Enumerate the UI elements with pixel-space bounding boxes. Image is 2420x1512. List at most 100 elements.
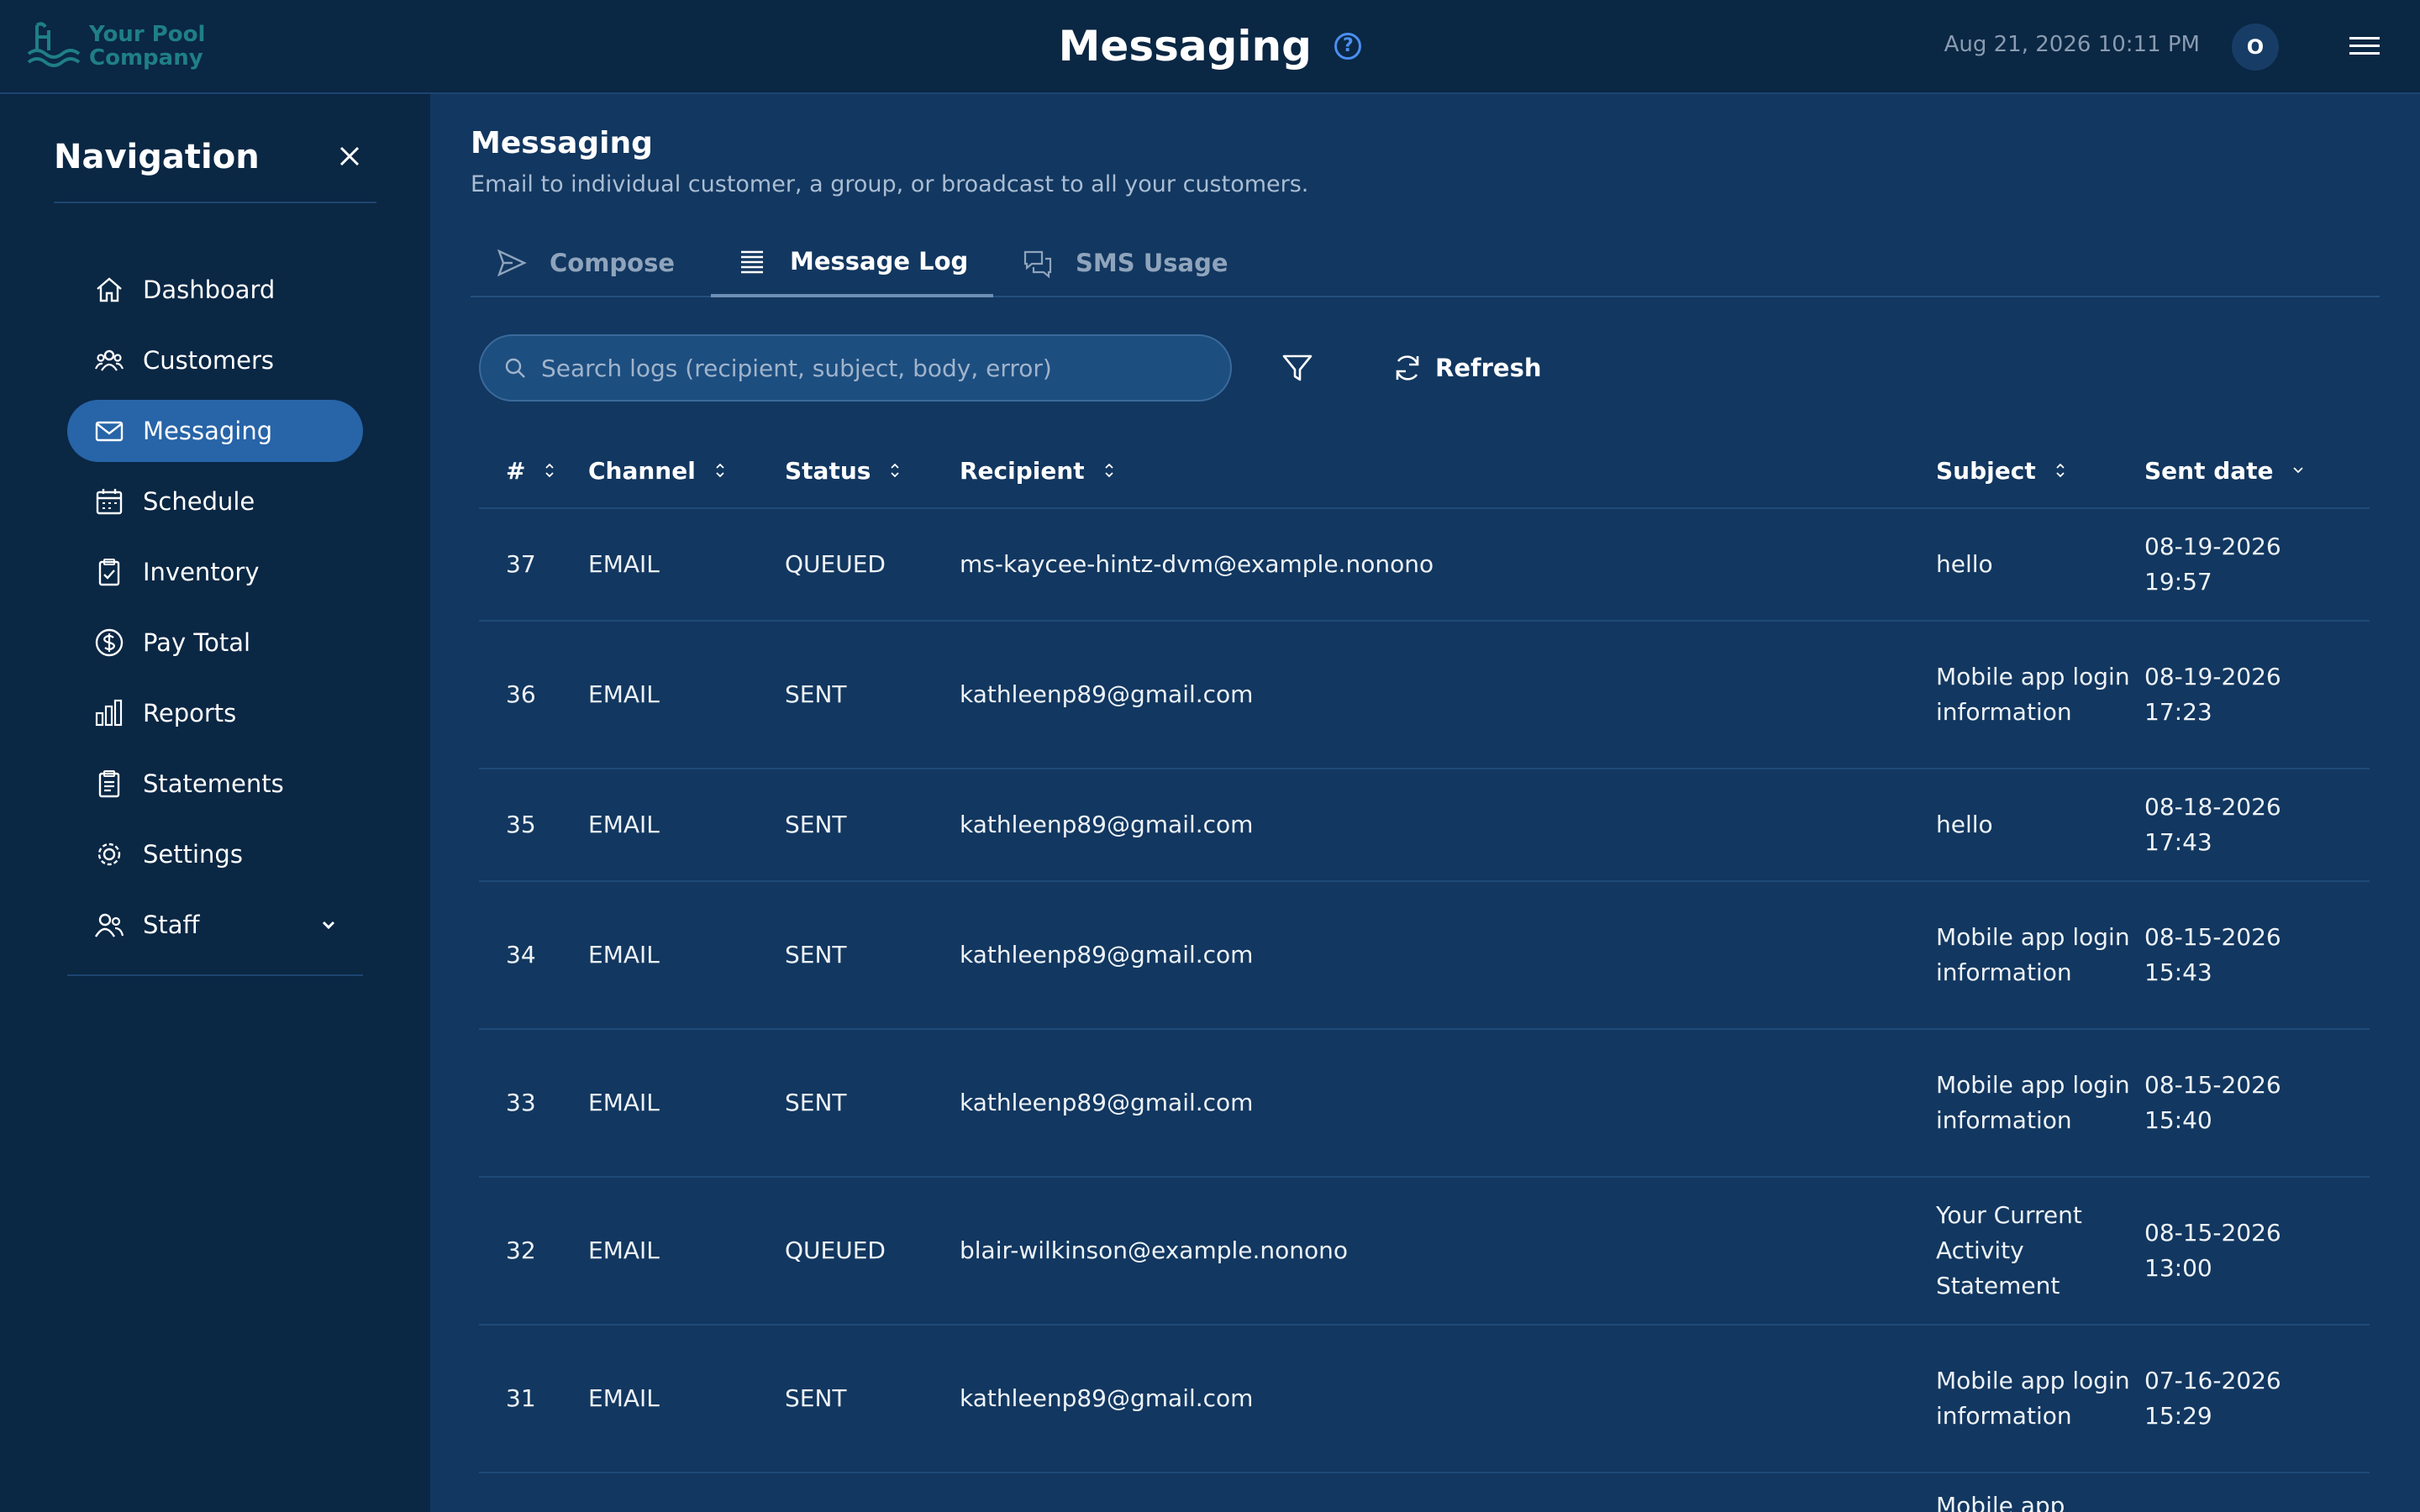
cell-status: SENT — [785, 680, 847, 708]
sidebar-item-customers[interactable]: Customers — [67, 329, 363, 391]
cell-subject: Your Current Activity Statement — [1936, 1201, 2082, 1299]
cell-recipient: blair-wilkinson@example.nonono — [960, 1236, 1349, 1264]
table-row[interactable]: Mobile app — [479, 1473, 2370, 1512]
tab-bar: Compose Message Log SMS Usage — [471, 228, 2380, 297]
divider — [54, 202, 376, 203]
sort-icon — [716, 463, 724, 478]
chevron-down-icon[interactable] — [319, 916, 338, 934]
chat-icon — [1023, 250, 1052, 279]
cell-status: QUEUED — [785, 550, 886, 578]
cell-number: 33 — [506, 1089, 536, 1116]
cell-sent-date: 07-16-2026 15:29 — [2144, 1367, 2281, 1430]
cell-sent-date: 08-15-2026 13:00 — [2144, 1219, 2281, 1282]
table-row[interactable]: 32 EMAIL QUEUED blair-wilkinson@example.… — [479, 1178, 2370, 1326]
cell-channel: EMAIL — [588, 941, 660, 969]
sidebar: Navigation Dashboard Customers Messaging… — [0, 94, 430, 1512]
refresh-label: Refresh — [1435, 354, 1542, 382]
sidebar-item-label: Staff — [143, 911, 200, 939]
cell-sent-date: 08-19-2026 17:23 — [2144, 663, 2281, 726]
sidebar-item-pay-total[interactable]: Pay Total — [67, 612, 363, 674]
table-row[interactable]: 36 EMAIL SENT kathleenp89@gmail.com Mobi… — [479, 622, 2370, 769]
column-header-subject[interactable]: Subject — [1936, 457, 2144, 485]
tab-sms-usage[interactable]: SMS Usage — [997, 228, 1254, 297]
cell-number: 36 — [506, 680, 536, 708]
cell-channel: EMAIL — [588, 1089, 660, 1116]
sidebar-item-messaging[interactable]: Messaging — [67, 400, 363, 462]
close-icon[interactable] — [333, 139, 366, 173]
refresh-button[interactable]: Refresh — [1392, 346, 1542, 390]
cell-number: 32 — [506, 1236, 536, 1264]
cell-recipient: kathleenp89@gmail.com — [960, 680, 1254, 708]
cell-recipient: kathleenp89@gmail.com — [960, 811, 1254, 838]
sidebar-item-dashboard[interactable]: Dashboard — [67, 259, 363, 321]
nav-list: Dashboard Customers Messaging Schedule I… — [67, 259, 363, 964]
sidebar-item-reports[interactable]: Reports — [67, 682, 363, 744]
bar-chart-icon — [95, 699, 123, 727]
table-row[interactable]: 35 EMAIL SENT kathleenp89@gmail.com hell… — [479, 769, 2370, 882]
help-icon[interactable]: ? — [1334, 32, 1362, 60]
cell-sent-date: 08-19-2026 19:57 — [2144, 533, 2281, 596]
list-icon — [741, 250, 763, 274]
search-box[interactable] — [479, 334, 1232, 402]
sidebar-item-label: Pay Total — [143, 628, 251, 657]
sidebar-item-label: Statements — [143, 769, 284, 798]
page-title: Messaging — [1058, 22, 1312, 71]
table-row[interactable]: 34 EMAIL SENT kathleenp89@gmail.com Mobi… — [479, 882, 2370, 1030]
cell-subject: Mobile app login information — [1936, 923, 2130, 986]
column-header-sent-date[interactable]: Sent date — [2144, 457, 2370, 485]
cell-channel: EMAIL — [588, 811, 660, 838]
sidebar-item-inventory[interactable]: Inventory — [67, 541, 363, 603]
mail-icon — [95, 421, 124, 442]
sidebar-item-schedule[interactable]: Schedule — [67, 470, 363, 533]
cell-number: 35 — [506, 811, 536, 838]
message-log-table: # Channel Status Recipient Subject Sent … — [479, 433, 2370, 1512]
cell-recipient: kathleenp89@gmail.com — [960, 1384, 1254, 1412]
sort-icon — [891, 463, 900, 478]
tab-compose[interactable]: Compose — [471, 228, 700, 297]
tab-label: Message Log — [790, 247, 969, 276]
current-datetime: Aug 21, 2026 10:11 PM — [1944, 32, 2200, 57]
home-icon — [97, 277, 122, 302]
table-row[interactable]: 33 EMAIL SENT kathleenp89@gmail.com Mobi… — [479, 1030, 2370, 1178]
column-header-number[interactable]: # — [479, 457, 588, 485]
column-header-recipient[interactable]: Recipient — [960, 457, 1936, 485]
gear-icon — [97, 843, 121, 866]
top-bar: Your Pool Company Messaging ? Aug 21, 20… — [0, 0, 2420, 94]
search-input[interactable] — [541, 354, 1197, 382]
cell-channel: EMAIL — [588, 550, 660, 578]
avatar[interactable]: O — [2232, 24, 2279, 71]
sidebar-item-statements[interactable]: Statements — [67, 753, 363, 815]
cell-recipient: kathleenp89@gmail.com — [960, 1089, 1254, 1116]
filter-icon[interactable] — [1279, 349, 1316, 386]
cell-status: SENT — [785, 811, 847, 838]
sidebar-item-label: Settings — [143, 840, 243, 869]
dollar-icon — [95, 628, 124, 657]
staff-icon — [94, 913, 124, 937]
search-icon — [505, 358, 525, 378]
table-header: # Channel Status Recipient Subject Sent … — [479, 433, 2370, 509]
cell-channel: EMAIL — [588, 680, 660, 708]
column-header-status[interactable]: Status — [785, 457, 960, 485]
hamburger-menu-icon[interactable] — [2349, 32, 2380, 62]
clipboard-check-icon — [98, 559, 120, 586]
cell-sent-date: 08-18-2026 17:43 — [2144, 793, 2281, 856]
sort-desc-icon — [2292, 467, 2303, 474]
column-header-channel[interactable]: Channel — [588, 457, 785, 485]
sidebar-item-settings[interactable]: Settings — [67, 823, 363, 885]
cell-status: QUEUED — [785, 1236, 886, 1264]
tab-message-log[interactable]: Message Log — [711, 228, 994, 297]
cell-sent-date: 08-15-2026 15:43 — [2144, 923, 2281, 986]
section-title: Messaging — [471, 126, 653, 160]
cell-subject: Mobile app login information — [1936, 1367, 2130, 1430]
table-row[interactable]: 31 EMAIL SENT kathleenp89@gmail.com Mobi… — [479, 1326, 2370, 1473]
cell-recipient: kathleenp89@gmail.com — [960, 941, 1254, 969]
users-icon — [94, 349, 124, 371]
table-row[interactable]: 37 EMAIL QUEUED ms-kaycee-hintz-dvm@exam… — [479, 509, 2370, 622]
sidebar-item-staff[interactable]: Staff — [67, 894, 363, 956]
cell-subject: hello — [1936, 811, 1993, 838]
sidebar-item-label: Customers — [143, 346, 274, 375]
cell-status: SENT — [785, 1089, 847, 1116]
sidebar-item-label: Dashboard — [143, 276, 276, 304]
tab-label: SMS Usage — [1076, 249, 1228, 277]
sidebar-item-label: Inventory — [143, 558, 260, 586]
